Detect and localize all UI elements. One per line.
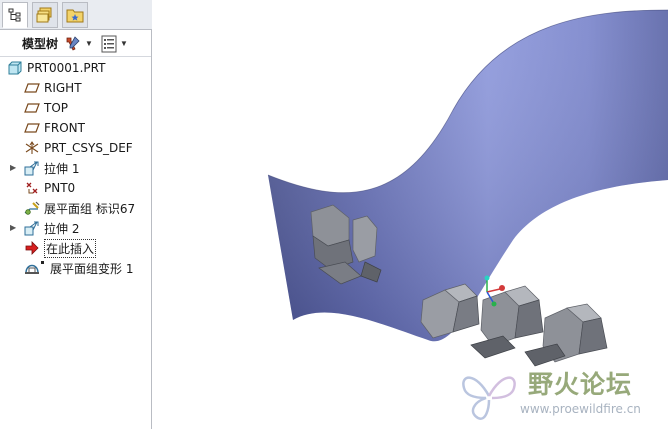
datum-point-icon <box>24 180 40 196</box>
part-icon <box>7 60 23 76</box>
tree-item-datum-front[interactable]: FRONT <box>0 118 151 138</box>
tree-item-extrude-2[interactable]: ▶ 拉伸 2 <box>0 218 151 238</box>
flatten-quilt-icon <box>24 200 40 216</box>
tree-item-point[interactable]: PNT0 <box>0 178 151 198</box>
tree-item-flatten-deform[interactable]: 展平面组变形 1 <box>0 258 151 278</box>
watermark-title: 野火论坛 <box>528 370 633 399</box>
datum-plane-icon <box>24 100 40 116</box>
datum-plane-icon <box>24 120 40 136</box>
extrude-icon <box>24 220 40 236</box>
tree-item-label: 拉伸 1 <box>44 161 80 176</box>
favorites-folder-icon <box>66 9 84 23</box>
tree-item-label: 在此插入 <box>44 238 97 258</box>
tree-item-part[interactable]: PRT0001.PRT <box>0 58 151 78</box>
list-icon <box>101 35 117 52</box>
csys-icon <box>24 140 40 156</box>
tree-item-label: PRT_CSYS_DEF <box>44 141 133 155</box>
chevron-down-icon: ▼ <box>119 39 128 48</box>
forum-watermark: 野火论坛 www.proewildfire.cn <box>458 360 668 429</box>
model-tree: PRT0001.PRT RIGHT TOP FRONT PRT_CSYS_DEF <box>0 58 151 278</box>
tree-settings-button[interactable]: ▼ <box>64 33 93 55</box>
datum-plane-icon <box>24 80 40 96</box>
tree-item-label: RIGHT <box>44 81 82 95</box>
model-tree-title: 模型树 <box>22 37 59 51</box>
tree-item-label: 拉伸 2 <box>44 221 80 236</box>
graphics-viewport[interactable]: 野火论坛 www.proewildfire.cn <box>153 0 668 429</box>
flatten-deform-icon <box>24 260 46 276</box>
tree-item-extrude-1[interactable]: ▶ 拉伸 1 <box>0 158 151 178</box>
tab-favorites[interactable] <box>62 2 88 28</box>
tree-item-label: TOP <box>44 101 69 115</box>
insert-here-arrow-icon <box>24 240 40 256</box>
tree-show-button[interactable]: ▼ <box>101 33 128 55</box>
watermark-url: www.proewildfire.cn <box>520 402 641 416</box>
folder-browser-icon <box>36 7 52 23</box>
tab-model-tree[interactable] <box>2 2 28 28</box>
tree-item-datum-right[interactable]: RIGHT <box>0 78 151 98</box>
butterfly-logo-icon <box>462 376 516 420</box>
tree-item-label: PNT0 <box>44 181 76 195</box>
navigator-panel: 模型树 ▼ ▼ PRT0001.PRT RIGHT TOP FRONT PRT_… <box>0 0 152 429</box>
model-tree-icon <box>8 8 21 22</box>
tree-item-label: 展平面组 标识67 <box>44 201 136 216</box>
navigator-tabs <box>0 0 152 30</box>
extrude-icon <box>24 160 40 176</box>
tree-item-datum-top[interactable]: TOP <box>0 98 151 118</box>
expand-arrow-icon[interactable]: ▶ <box>10 163 18 173</box>
tree-item-insert-here[interactable]: 在此插入 <box>0 238 151 258</box>
chevron-down-icon: ▼ <box>85 39 93 48</box>
model-tree-header: 模型树 ▼ ▼ <box>0 31 151 57</box>
tree-item-flatten-quilt[interactable]: 展平面组 标识67 <box>0 198 151 218</box>
tree-item-label: 展平面组变形 1 <box>50 261 134 276</box>
expand-arrow-icon[interactable]: ▶ <box>10 223 18 233</box>
tree-item-label: FRONT <box>44 121 85 135</box>
tree-item-label: PRT0001.PRT <box>27 61 106 75</box>
tools-icon <box>66 35 80 51</box>
tree-item-csys[interactable]: PRT_CSYS_DEF <box>0 138 151 158</box>
tab-layers[interactable] <box>32 2 58 28</box>
